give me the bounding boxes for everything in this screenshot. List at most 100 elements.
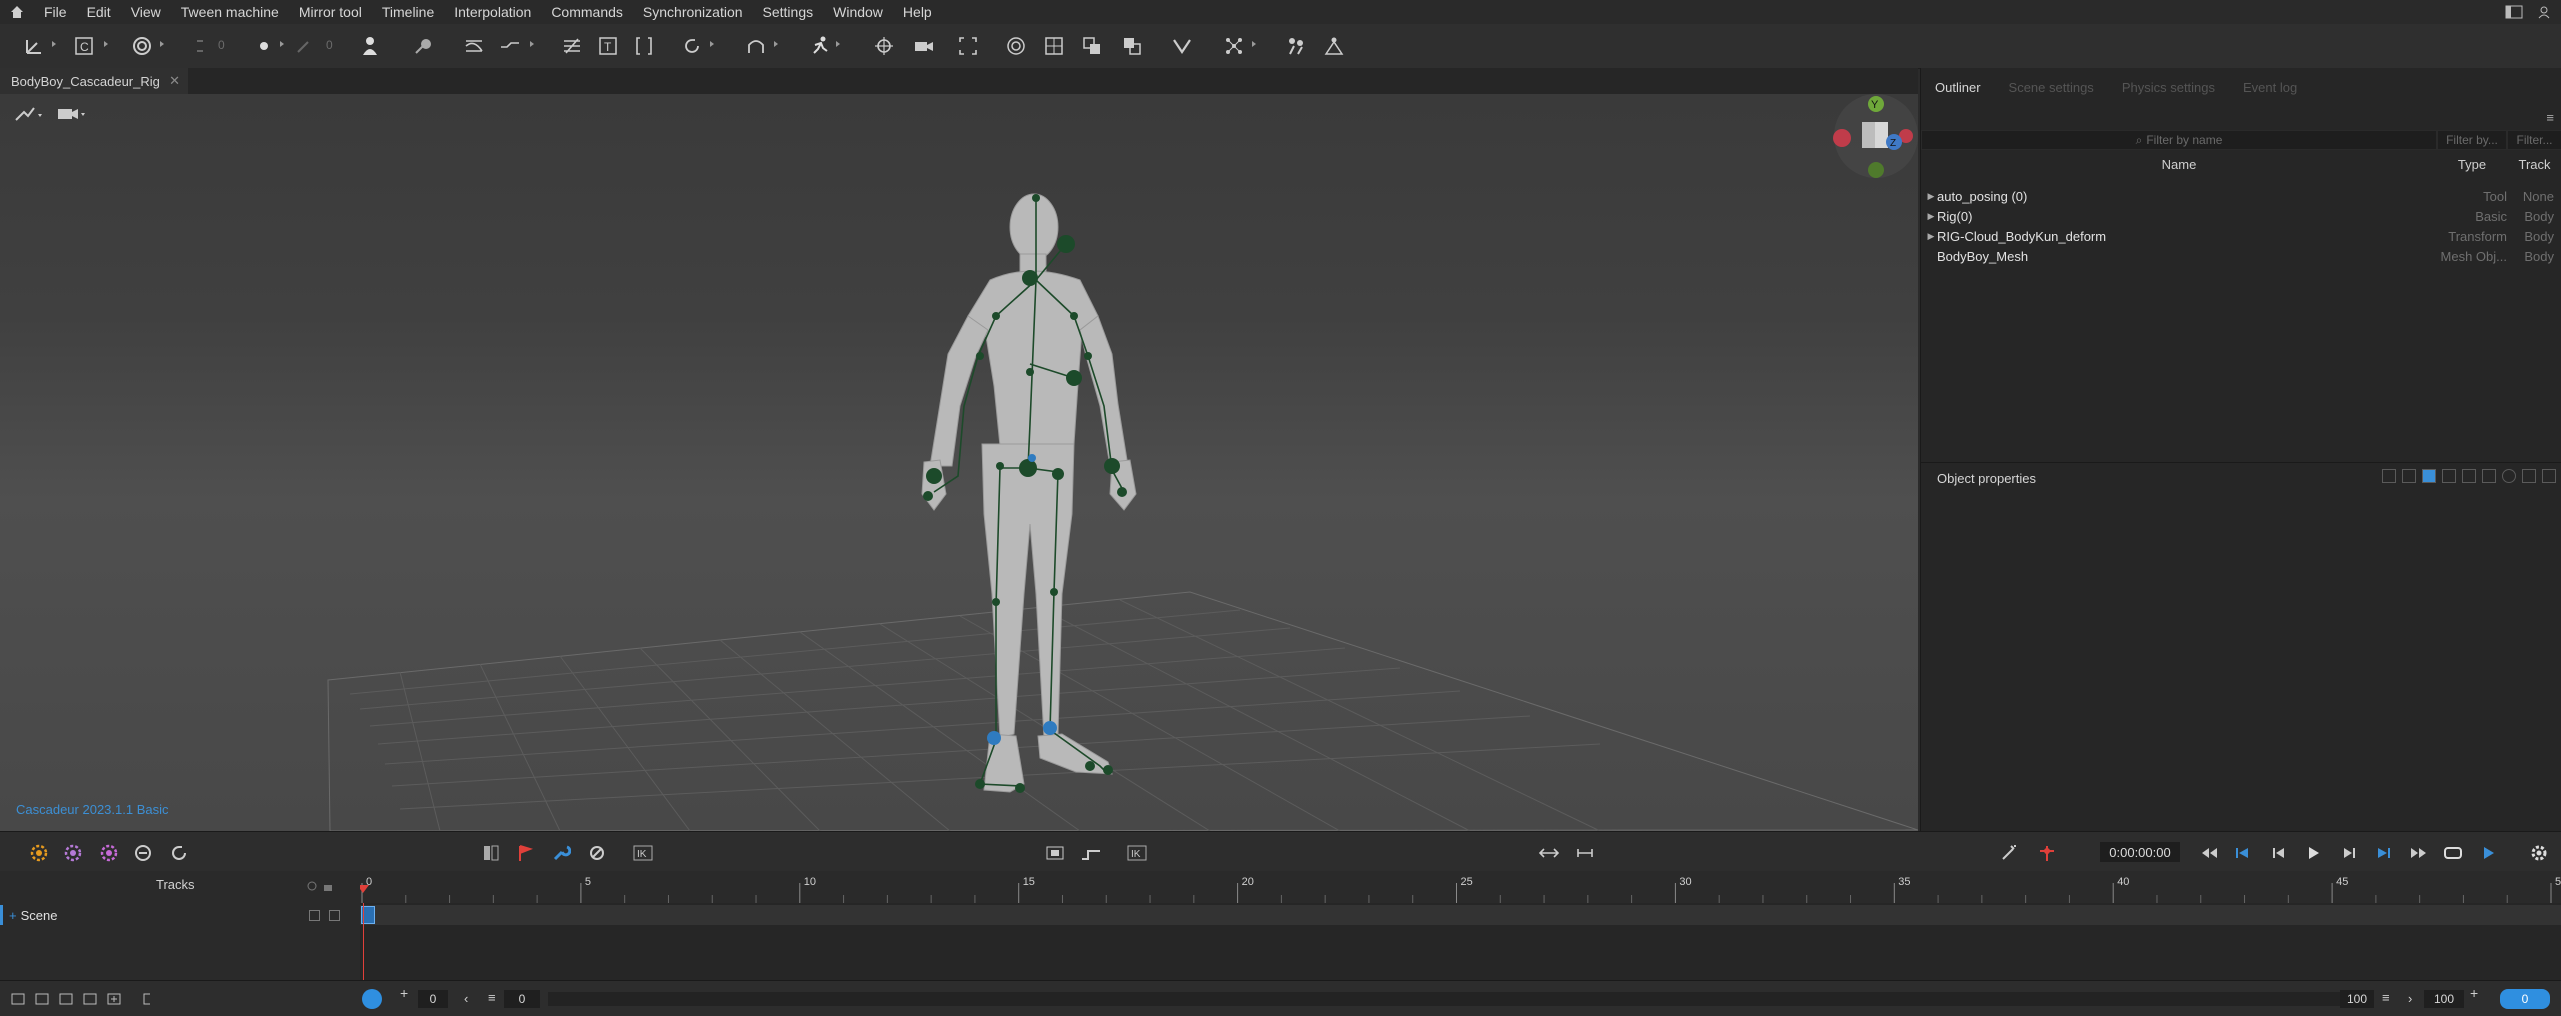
curves-icon[interactable] xyxy=(462,34,486,58)
expand-arrow-icon[interactable]: ▶ xyxy=(1925,211,1937,222)
orientation-gizmo[interactable]: Y Z xyxy=(1833,94,1918,178)
menu-timeline[interactable]: Timeline xyxy=(372,0,444,24)
scene-lane[interactable] xyxy=(360,905,2561,925)
chevron-right-icon[interactable]: › xyxy=(2408,991,2412,1006)
interpolation-icon[interactable] xyxy=(498,34,522,58)
add-frame-icon[interactable]: + xyxy=(400,985,408,1001)
props-layout-icon[interactable] xyxy=(2482,469,2496,483)
mirror-frame-icon[interactable] xyxy=(480,842,502,864)
wrench-icon[interactable] xyxy=(550,842,572,864)
end-frame-field[interactable]: 100 xyxy=(2340,990,2374,1008)
fast-forward-icon[interactable] xyxy=(2408,842,2430,864)
props-view-icon[interactable] xyxy=(2402,469,2416,483)
playhead-marker[interactable] xyxy=(360,885,369,893)
gear-group-icon[interactable] xyxy=(132,842,154,864)
tween-icon[interactable] xyxy=(560,34,584,58)
rewind-icon[interactable] xyxy=(2198,842,2220,864)
menu-edit[interactable]: Edit xyxy=(77,0,121,24)
checkbox-icon[interactable] xyxy=(309,910,320,921)
copy-pose-icon[interactable] xyxy=(1080,34,1104,58)
frame-menu-icon[interactable]: ≡ xyxy=(488,990,496,1005)
layout-icon[interactable] xyxy=(2505,5,2523,19)
document-tab[interactable]: BodyBoy_Cascadeur_Rig ✕ xyxy=(0,68,188,94)
expand-arrow-icon[interactable]: ▶ xyxy=(1925,231,1937,242)
pivot-icon[interactable] xyxy=(2036,842,2058,864)
menu-file[interactable]: File xyxy=(34,0,77,24)
menu-view[interactable]: View xyxy=(121,0,171,24)
loop-icon[interactable] xyxy=(2442,842,2464,864)
chevron-left-icon[interactable]: ‹ xyxy=(464,991,468,1006)
crosshair-icon[interactable] xyxy=(872,34,896,58)
key-mode-button[interactable] xyxy=(362,989,382,1009)
run-icon[interactable] xyxy=(808,34,832,58)
column-name[interactable]: Name xyxy=(1921,157,2437,175)
visibility-lock-icons[interactable] xyxy=(306,879,336,893)
skeleton-icon[interactable] xyxy=(1222,34,1246,58)
spiral-icon[interactable] xyxy=(1004,34,1028,58)
props-list-icon[interactable] xyxy=(2442,469,2456,483)
menu-settings[interactable]: Settings xyxy=(753,0,824,24)
add-frame-icon[interactable]: + xyxy=(2470,985,2478,1001)
brush-icon[interactable] xyxy=(292,34,316,58)
magic-icon[interactable] xyxy=(1998,842,2020,864)
timeline-track-area[interactable] xyxy=(360,903,2561,980)
filter-track-input[interactable]: Filter... xyxy=(2507,130,2561,150)
rotate-icon[interactable] xyxy=(680,34,704,58)
close-icon[interactable]: ✕ xyxy=(169,73,180,89)
key-counter[interactable]: 0 xyxy=(2500,989,2550,1009)
toolbar-field-a[interactable]: 0 xyxy=(218,38,225,52)
ik-toggle-2[interactable]: IK xyxy=(1126,842,1148,864)
tab-scene-settings[interactable]: Scene settings xyxy=(1995,68,2108,108)
frame-view-icon[interactable] xyxy=(1044,842,1066,864)
frame-menu-icon[interactable]: ≡ xyxy=(2382,990,2390,1005)
menu-help[interactable]: Help xyxy=(893,0,942,24)
refresh-icon[interactable] xyxy=(168,842,190,864)
3d-viewport[interactable]: Y Z Cascadeur 2023.1.1 Basic xyxy=(0,94,1918,831)
gear-fixed-icon[interactable] xyxy=(98,842,120,864)
mirror-icon[interactable] xyxy=(1170,34,1194,58)
timeline-ruler[interactable]: 0510152025303540455055606570758085909510… xyxy=(360,871,2561,903)
play-icon[interactable] xyxy=(2302,842,2324,864)
tab-physics-settings[interactable]: Physics settings xyxy=(2108,68,2229,108)
user-icon[interactable] xyxy=(2537,5,2551,19)
menu-synchronization[interactable]: Synchronization xyxy=(633,0,753,24)
range-end-field[interactable]: 100 xyxy=(2424,990,2464,1008)
time-display[interactable]: 0:00:00:00 xyxy=(2100,842,2180,862)
start-frame-field[interactable]: 0 xyxy=(418,990,448,1008)
outliner-row[interactable]: ▶ Rig(0) Basic Body xyxy=(1921,206,2561,226)
timeline-scroll-track[interactable] xyxy=(548,992,2340,1006)
next-key-icon[interactable] xyxy=(2338,842,2360,864)
props-split-icon[interactable] xyxy=(2522,469,2536,483)
physics-icon[interactable] xyxy=(1284,34,1308,58)
gear-interval-icon[interactable] xyxy=(62,842,84,864)
go-end-icon[interactable] xyxy=(2372,842,2394,864)
viewport-camera-icon[interactable] xyxy=(56,106,86,122)
frame-icon[interactable] xyxy=(956,34,980,58)
move-handle-icon[interactable] xyxy=(192,34,216,58)
track-actions-icons[interactable] xyxy=(10,991,150,1007)
menu-mirror-tool[interactable]: Mirror tool xyxy=(289,0,372,24)
target-rings-icon[interactable] xyxy=(130,34,154,58)
checkbox-icon[interactable] xyxy=(329,910,340,921)
split-icon[interactable] xyxy=(1538,842,1560,864)
fit-icon[interactable] xyxy=(1574,842,1596,864)
eye-icon[interactable] xyxy=(2502,469,2516,483)
camera-icon[interactable] xyxy=(912,34,936,58)
arch-icon[interactable] xyxy=(744,34,768,58)
flag-icon[interactable] xyxy=(514,842,536,864)
step-curve-icon[interactable] xyxy=(1080,842,1102,864)
person-icon[interactable] xyxy=(358,34,382,58)
toolbar-field-b[interactable]: 0 xyxy=(326,38,333,52)
fulcrum-icon[interactable] xyxy=(1322,34,1346,58)
props-grid-icon[interactable] xyxy=(2462,469,2476,483)
gear-keyframe-icon[interactable] xyxy=(28,842,50,864)
outliner-row[interactable]: ▶ auto_posing (0) Tool None xyxy=(1921,186,2561,206)
paste-pose-icon[interactable] xyxy=(1120,34,1144,58)
outliner-row[interactable]: BodyBoy_Mesh Mesh Obj... Body xyxy=(1921,246,2561,266)
snap-icon[interactable] xyxy=(14,106,42,122)
disable-icon[interactable] xyxy=(586,842,608,864)
column-type[interactable]: Type xyxy=(2437,157,2507,175)
filter-type-input[interactable]: Filter by... xyxy=(2437,130,2507,150)
hamburger-menu-icon[interactable]: ≡ xyxy=(2546,110,2554,125)
props-active-icon[interactable] xyxy=(2422,469,2436,483)
